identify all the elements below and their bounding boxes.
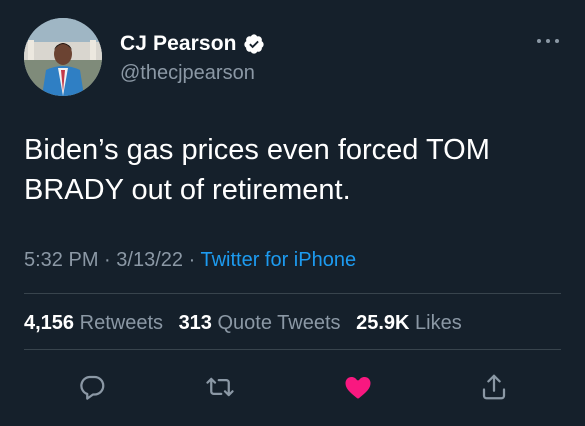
share-icon[interactable] bbox=[479, 372, 509, 402]
author-name-row[interactable]: CJ Pearson bbox=[120, 32, 265, 56]
more-options-icon[interactable] bbox=[535, 34, 561, 48]
tweet-date[interactable]: 3/13/22 bbox=[116, 249, 183, 271]
quote-tweets-label: Quote Tweets bbox=[217, 312, 341, 334]
retweets-count: 4,156 bbox=[24, 312, 75, 334]
reply-icon[interactable] bbox=[77, 372, 107, 402]
retweet-icon[interactable] bbox=[205, 372, 235, 402]
tweet-text: Biden’s gas prices even forced TOM BRADY… bbox=[24, 134, 490, 206]
tweet-meta: 5:32 PM · 3/13/22 · Twitter for iPhone bbox=[24, 249, 356, 272]
divider bbox=[24, 293, 561, 294]
quote-tweets-count: 313 bbox=[178, 312, 212, 334]
action-bar bbox=[0, 366, 585, 406]
likes-stat[interactable]: 25.9K Likes bbox=[356, 312, 462, 334]
tweet-stats: 4,156 Retweets 313 Quote Tweets 25.9K Li… bbox=[24, 312, 462, 335]
tweet-time[interactable]: 5:32 PM bbox=[24, 249, 98, 271]
tweet-source-link[interactable]: Twitter for iPhone bbox=[200, 249, 356, 271]
author-handle[interactable]: @thecjpearson bbox=[120, 62, 255, 85]
divider bbox=[24, 349, 561, 350]
meta-separator: · bbox=[104, 249, 111, 271]
retweets-stat[interactable]: 4,156 Retweets bbox=[24, 312, 163, 334]
tweet-card: CJ Pearson @thecjpearson Biden’s gas pri… bbox=[0, 0, 585, 426]
verified-badge-icon bbox=[243, 33, 265, 55]
display-name[interactable]: CJ Pearson bbox=[120, 32, 237, 56]
quote-tweets-stat[interactable]: 313 Quote Tweets bbox=[179, 312, 341, 334]
meta-separator: · bbox=[188, 249, 196, 271]
likes-label: Likes bbox=[415, 312, 462, 334]
retweets-label: Retweets bbox=[79, 312, 163, 334]
heart-icon[interactable] bbox=[343, 372, 373, 402]
likes-count: 25.9K bbox=[356, 312, 410, 334]
avatar[interactable] bbox=[24, 18, 102, 96]
